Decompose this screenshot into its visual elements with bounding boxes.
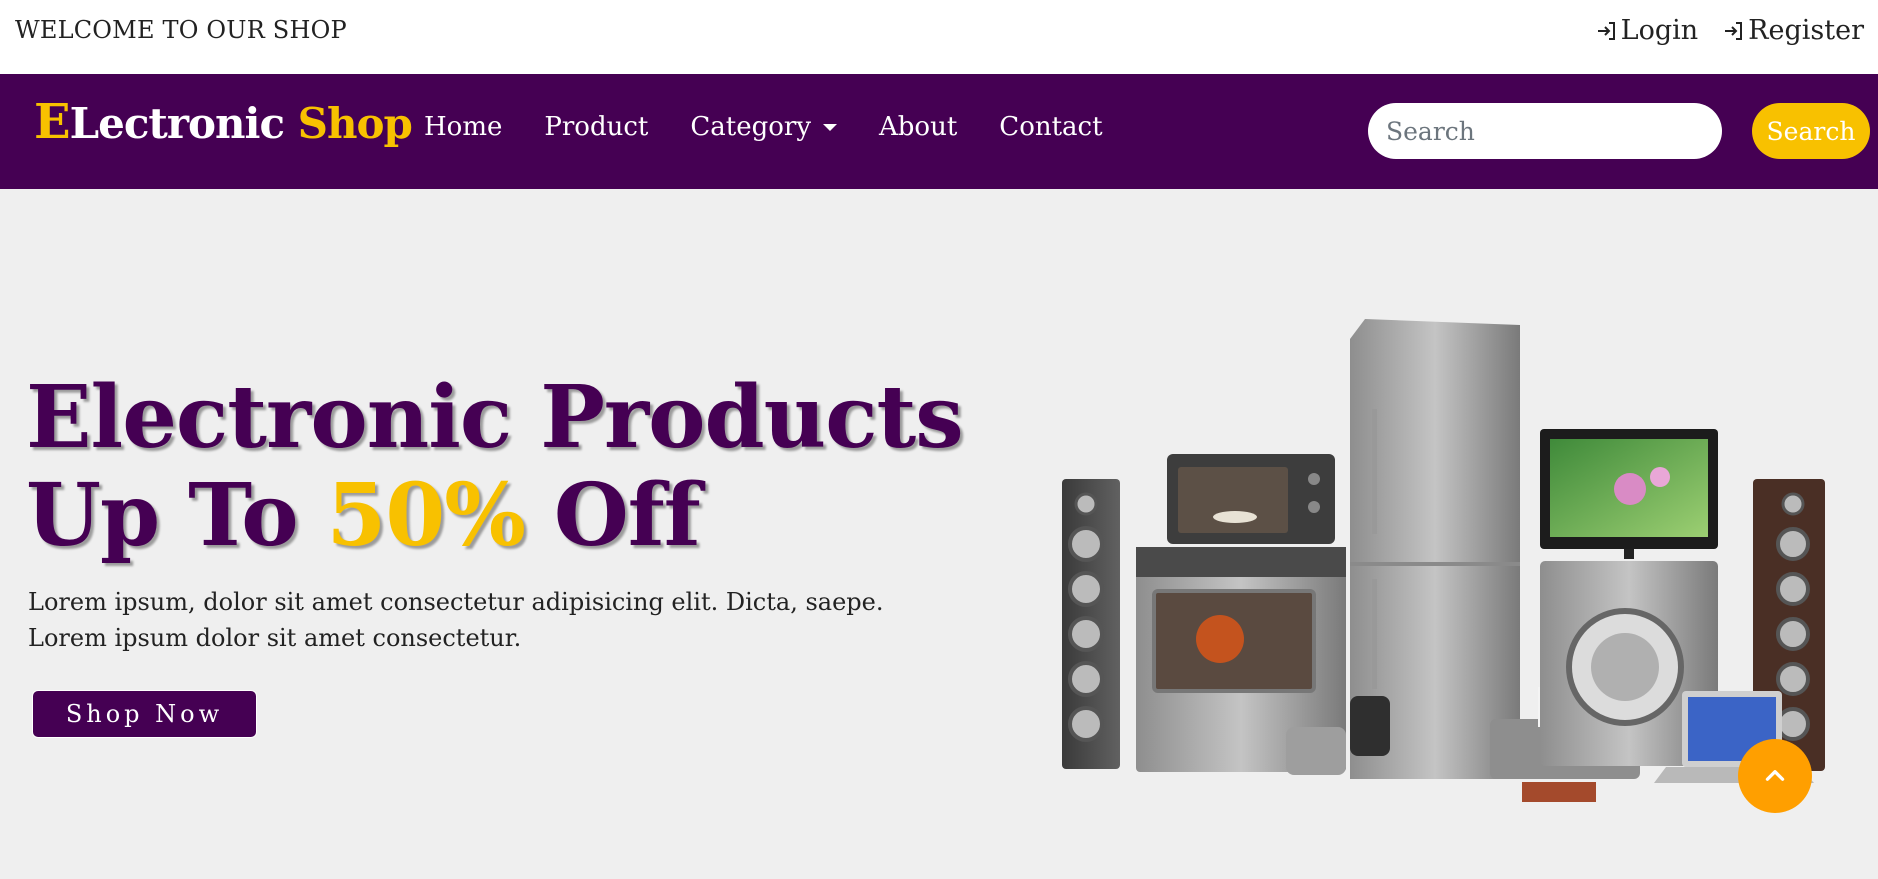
login-link[interactable]: Login bbox=[1595, 15, 1699, 46]
appliances-image bbox=[1062, 319, 1825, 802]
chevron-up-icon bbox=[1765, 770, 1785, 781]
login-icon bbox=[1597, 21, 1615, 40]
nav-item-category[interactable]: Category bbox=[690, 112, 838, 142]
brand-name: Lectronic bbox=[69, 99, 285, 148]
main-navbar: ELectronic Shop Home Product Category Ab… bbox=[0, 74, 1878, 189]
hero-title: Electronic Products Up To 50% Off bbox=[26, 367, 964, 566]
welcome-text: WELCOME TO OUR SHOP bbox=[15, 16, 347, 44]
hero-title-post: Off bbox=[553, 465, 701, 566]
hero-description: Lorem ipsum, dolor sit amet consectetur … bbox=[28, 588, 884, 652]
search-button[interactable]: Search bbox=[1752, 103, 1870, 159]
auth-links: Login Register bbox=[1595, 15, 1864, 46]
brand-logo[interactable]: ELectronic Shop bbox=[34, 94, 413, 150]
nav-item-category-label: Category bbox=[690, 112, 812, 142]
register-label: Register bbox=[1748, 15, 1864, 46]
scroll-to-top-button[interactable] bbox=[1738, 739, 1812, 813]
nav-item-about[interactable]: About bbox=[879, 112, 957, 142]
top-bar: WELCOME TO OUR SHOP Login Register bbox=[0, 0, 1878, 74]
login-label: Login bbox=[1620, 15, 1699, 46]
nav-item-contact[interactable]: Contact bbox=[999, 112, 1102, 142]
register-icon bbox=[1725, 21, 1743, 40]
search-input[interactable] bbox=[1368, 103, 1722, 159]
nav-item-product[interactable]: Product bbox=[544, 112, 648, 142]
brand-first-letter: E bbox=[34, 94, 71, 150]
hero-title-pre: Up To bbox=[26, 465, 299, 566]
register-link[interactable]: Register bbox=[1722, 15, 1864, 46]
hero-title-line1: Electronic Products bbox=[26, 367, 964, 468]
nav-item-home[interactable]: Home bbox=[424, 112, 502, 142]
nav-menu: Home Product Category About Contact bbox=[424, 112, 1103, 142]
shop-now-button[interactable]: Shop Now bbox=[32, 690, 257, 738]
hero-section: Electronic Products Up To 50% Off Lorem … bbox=[0, 189, 1878, 879]
caret-down-icon bbox=[823, 123, 838, 131]
hero-title-discount: 50% bbox=[326, 465, 526, 566]
brand-shop: Shop bbox=[297, 99, 413, 148]
